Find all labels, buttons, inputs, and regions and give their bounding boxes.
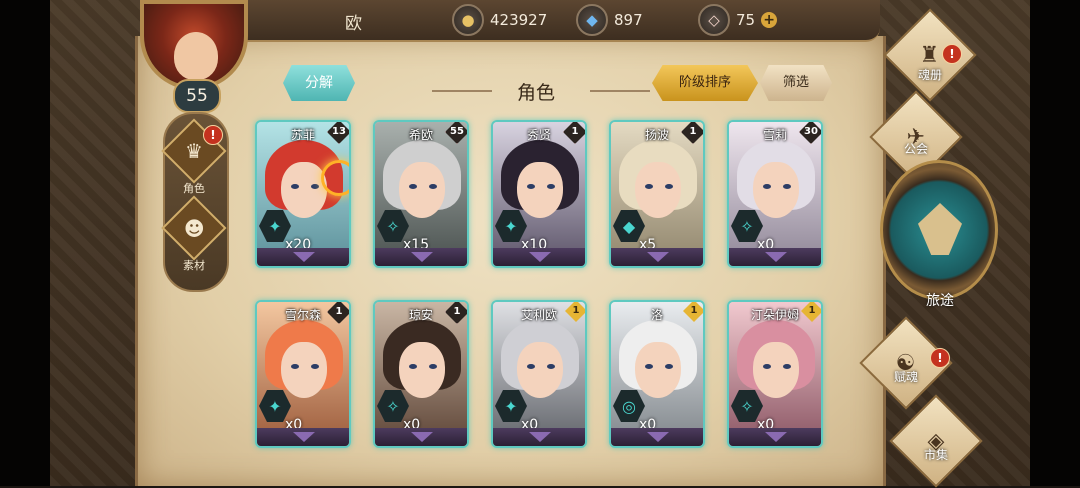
title-ornament-left (432, 90, 492, 92)
decompose-button[interactable]: 分解 (283, 65, 355, 101)
character-face (753, 342, 799, 398)
nav-guild-button[interactable]: ✈ 公会 (869, 90, 963, 184)
character-face (635, 342, 681, 398)
character-eye (429, 184, 437, 189)
highlight-ring (321, 160, 349, 196)
character-eye (645, 364, 653, 369)
character-face (635, 162, 681, 218)
nav-item-materials[interactable]: ☻ 素材 (161, 195, 227, 273)
character-eye (409, 364, 417, 369)
card-footer (611, 248, 703, 266)
journey-emblem-icon (918, 203, 962, 255)
character-face (281, 162, 327, 218)
character-eye (311, 184, 319, 189)
card-footer (375, 428, 467, 446)
character-eye (783, 184, 791, 189)
character-face (399, 342, 445, 398)
character-card[interactable]: 秀贤 1 ✦ x10 (491, 120, 587, 268)
soul-gift-label: 赋魂 (893, 370, 918, 384)
left-letterbox (0, 0, 50, 486)
character-card[interactable]: 汀朵伊姆 1 ✧ x0 (727, 300, 823, 448)
title-ornament-right (590, 90, 650, 92)
character-eye (409, 184, 417, 189)
card-footer (729, 428, 821, 446)
crystal-value: 897 (614, 11, 643, 29)
player-name: 欧 (345, 14, 362, 34)
character-face (517, 162, 563, 218)
card-footer (257, 248, 349, 266)
character-eye (783, 364, 791, 369)
card-footer (729, 248, 821, 266)
card-footer (257, 428, 349, 446)
character-eye (291, 364, 299, 369)
gem-icon: ◇ (698, 4, 730, 36)
character-eye (645, 184, 653, 189)
soul-gift-alert-badge: ! (930, 348, 950, 368)
character-eye (763, 184, 771, 189)
character-face (399, 162, 445, 218)
card-footer (493, 428, 585, 446)
gold-value: 423927 (490, 11, 548, 29)
filter-button[interactable]: 筛选 (760, 65, 832, 101)
gem-value: 75 (736, 11, 756, 29)
soul-book-label: 魂册 (917, 68, 942, 82)
character-card[interactable]: 扬波 1 ◆ x5 (609, 120, 705, 268)
character-card[interactable]: 苏菲 13 ✦ x20 (255, 120, 351, 268)
character-card[interactable]: 雪尔森 1 ✦ x0 (255, 300, 351, 448)
soul-book-icon: ♜ (883, 8, 977, 102)
journey-button[interactable] (880, 160, 998, 300)
card-footer (611, 428, 703, 446)
journey-label: 旅途 (926, 293, 954, 309)
soul-book-alert-badge: ! (942, 44, 962, 64)
materials-icon: ☻ (161, 195, 227, 261)
character-eye (547, 364, 555, 369)
character-card[interactable]: 雪莉 30 ✧ x0 (727, 120, 823, 268)
right-letterbox (1030, 0, 1080, 486)
sort-by-rank-button[interactable]: 阶级排序 (652, 65, 758, 101)
character-eye (665, 364, 673, 369)
character-eye (429, 364, 437, 369)
character-eye (547, 184, 555, 189)
character-eye (527, 364, 535, 369)
add-gem-button[interactable]: + (761, 12, 778, 28)
character-eye (311, 364, 319, 369)
guild-label: 公会 (903, 142, 928, 156)
character-eye (763, 364, 771, 369)
character-eye (665, 184, 673, 189)
character-card[interactable]: 琼安 1 ✧ x0 (373, 300, 469, 448)
gold-resource: ● 423927 (452, 4, 548, 36)
character-face (281, 342, 327, 398)
nav-market-button[interactable]: ◈ 市集 (889, 394, 983, 488)
gold-coin-icon: ● (452, 4, 484, 36)
character-card[interactable]: 艾利欧 1 ✦ x0 (491, 300, 587, 448)
card-footer (375, 248, 467, 266)
gem-resource: ◇ 75 + (698, 4, 778, 36)
avatar-face (174, 32, 218, 80)
character-eye (291, 184, 299, 189)
player-level-badge: 55 (173, 79, 221, 113)
top-resource-bar (230, 0, 880, 42)
page-title: 角色 (516, 82, 555, 104)
character-alert-badge: ! (203, 125, 223, 145)
market-label: 市集 (923, 448, 948, 462)
character-card[interactable]: 洛 1 ◎ x0 (609, 300, 705, 448)
character-eye (527, 184, 535, 189)
character-card[interactable]: 希欧 55 ✧ x15 (373, 120, 469, 268)
character-face (517, 342, 563, 398)
card-footer (493, 248, 585, 266)
character-face (753, 162, 799, 218)
crystal-resource: ◆ 897 (576, 4, 643, 36)
crystal-icon: ◆ (576, 4, 608, 36)
